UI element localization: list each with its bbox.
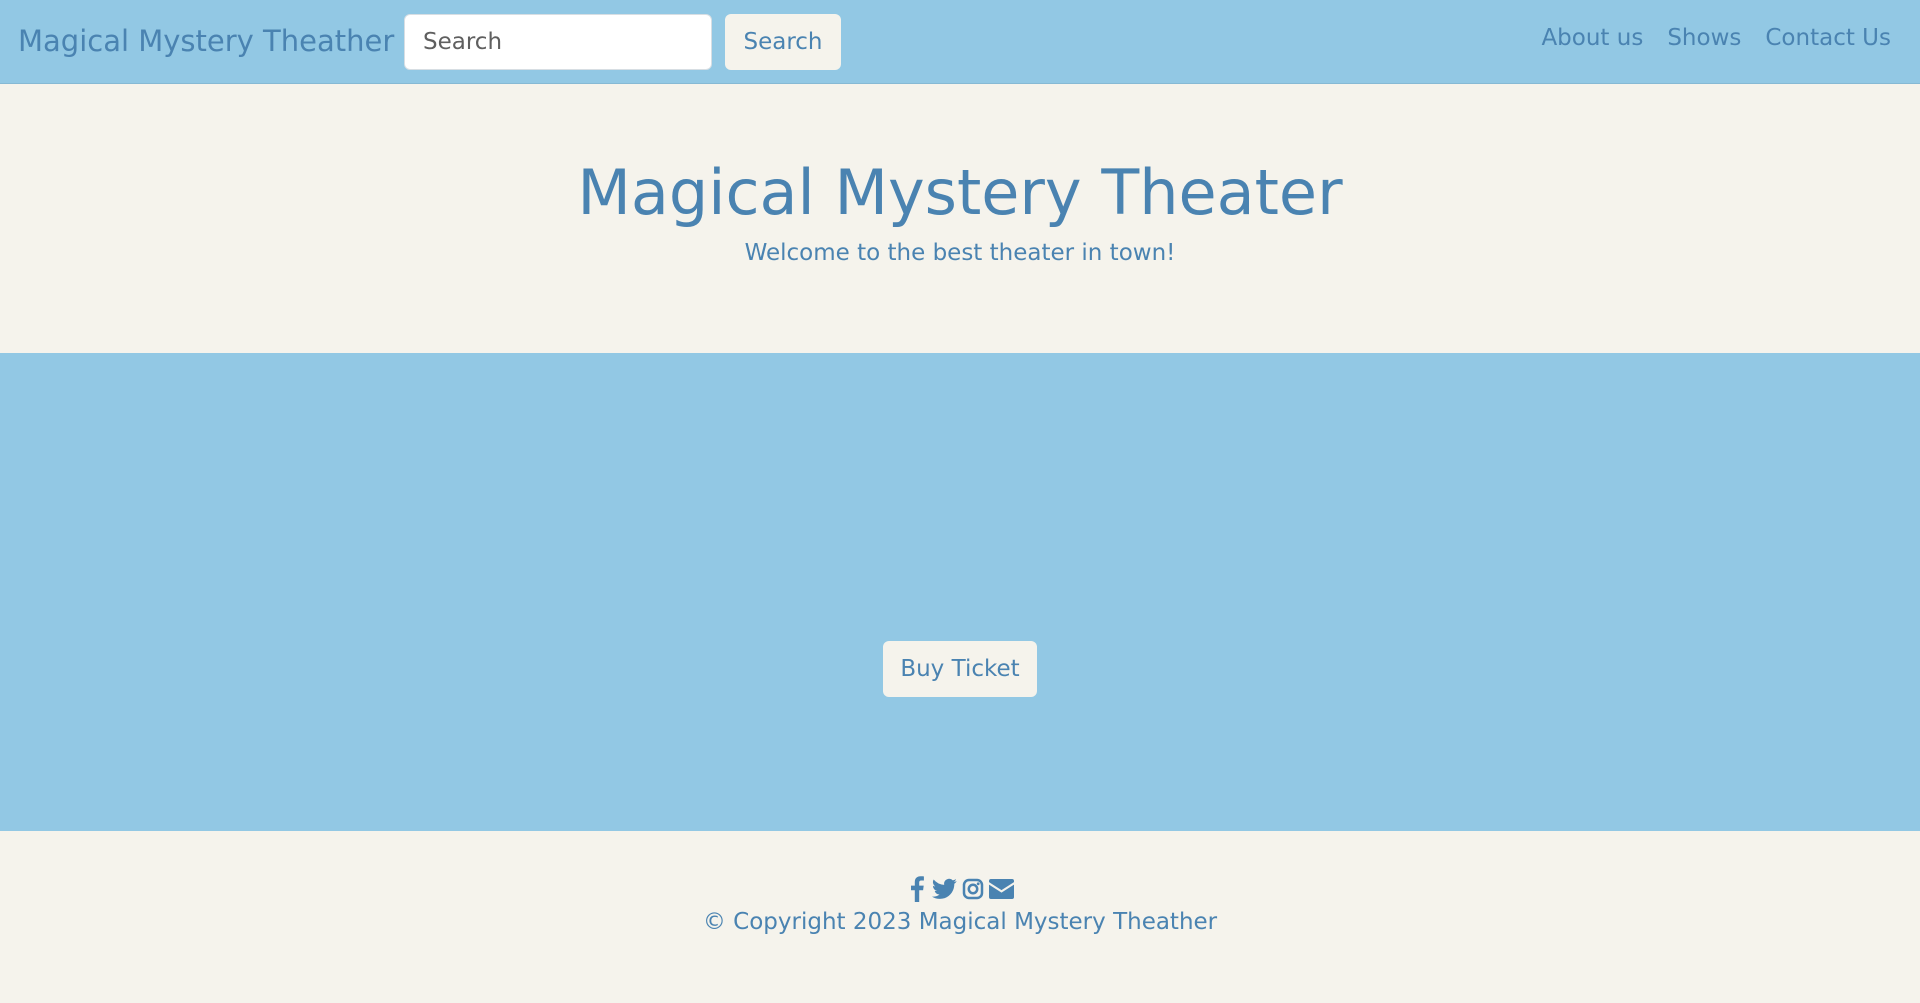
hero-subtitle: Welcome to the best theater in town!	[744, 240, 1176, 266]
twitter-icon[interactable]	[932, 875, 957, 903]
nav-link-contact-us[interactable]: Contact Us	[1765, 25, 1891, 51]
hero-title: Magical Mystery Theater	[577, 156, 1343, 229]
nav-link-shows[interactable]: Shows	[1667, 25, 1741, 51]
social-icons	[906, 875, 1014, 903]
nav-link-about-us[interactable]: About us	[1541, 25, 1643, 51]
search-button[interactable]: Search	[725, 14, 841, 70]
site-footer: © Copyright 2023 Magical Mystery Theathe…	[0, 831, 1920, 1003]
brand-link[interactable]: Magical Mystery Theather	[18, 24, 394, 58]
copyright-text: © Copyright 2023 Magical Mystery Theathe…	[702, 909, 1218, 935]
search-input[interactable]	[404, 14, 712, 70]
top-navigation-bar: Magical Mystery Theather Search About us…	[0, 0, 1920, 84]
main-navigation: About us Shows Contact Us	[1541, 25, 1891, 51]
buy-ticket-button[interactable]: Buy Ticket	[883, 641, 1037, 697]
facebook-icon[interactable]	[906, 875, 927, 903]
instagram-icon[interactable]	[962, 875, 984, 903]
envelope-icon[interactable]	[989, 875, 1014, 903]
hero-section: Magical Mystery Theater Welcome to the b…	[0, 85, 1920, 353]
ticket-showcase-section: Buy Ticket	[0, 353, 1920, 831]
